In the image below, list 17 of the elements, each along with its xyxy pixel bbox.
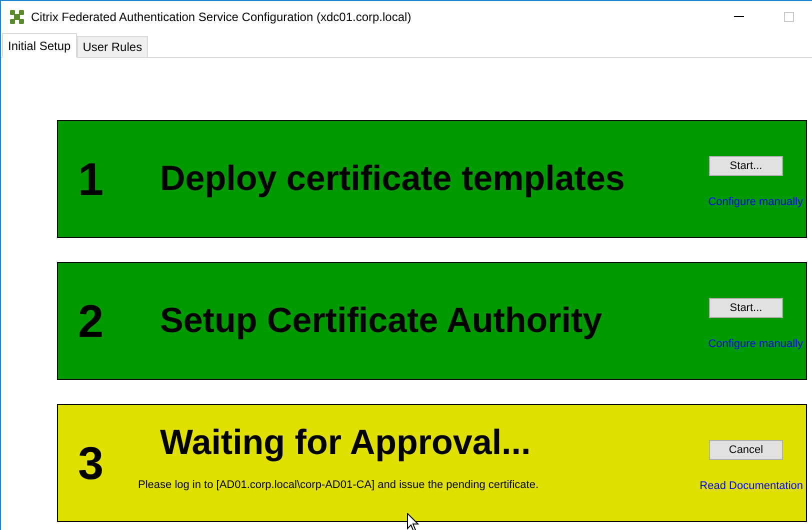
action-button[interactable]: Cancel — [709, 440, 783, 460]
minimize-icon[interactable] — [734, 16, 744, 17]
step-title: Setup Certificate Authority — [160, 301, 604, 341]
step-number: 1 — [78, 152, 105, 206]
step-title: Waiting for Approval... — [160, 423, 532, 463]
tab[interactable]: Initial Setup — [2, 33, 77, 58]
action-button[interactable]: Start... — [709, 156, 783, 176]
step-number: 3 — [78, 436, 105, 490]
window-title: Citrix Federated Authentication Service Configuration (xdc01.corp.local) — [31, 10, 412, 24]
step-number: 2 — [78, 294, 105, 348]
tab[interactable]: User Rules — [76, 36, 148, 57]
action-button[interactable]: Start... — [709, 298, 783, 318]
step-title: Deploy certificate templates — [160, 159, 626, 199]
step-link[interactable]: Read Documentation — [700, 480, 803, 492]
maximize-icon[interactable] — [784, 12, 794, 22]
app-icon — [10, 10, 24, 24]
step-description: Please log in to [AD01.corp.local\corp-AD01-CA] and issue the pending certificate. — [138, 479, 540, 491]
